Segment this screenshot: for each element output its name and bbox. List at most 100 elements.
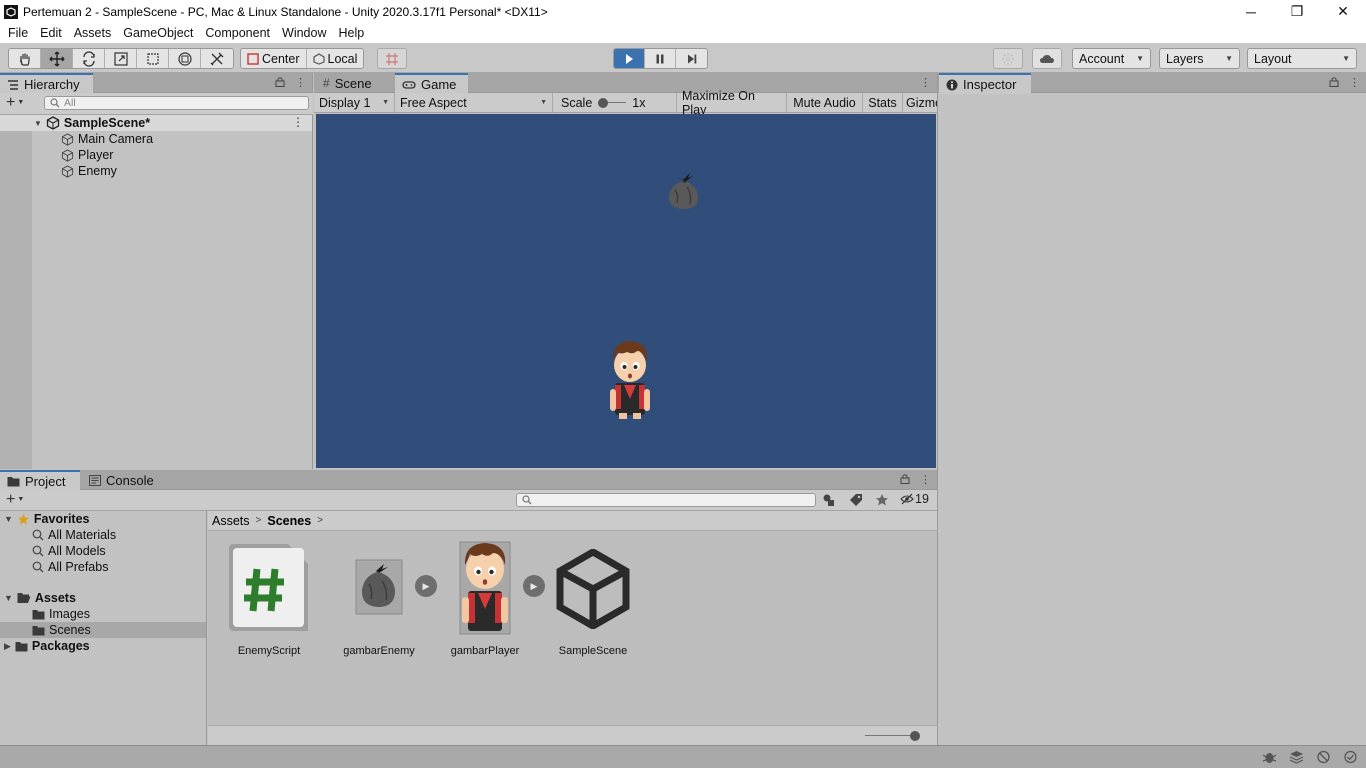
grid-snap-button[interactable] [377, 48, 407, 69]
tab-game[interactable]: Game [395, 73, 468, 94]
kebab-menu-icon[interactable]: ⋮ [1349, 76, 1360, 90]
kebab-menu-icon[interactable]: ⋮ [295, 76, 306, 90]
gizmos-label: Gizmo [906, 95, 937, 110]
scale-slider[interactable] [598, 97, 627, 108]
breadcrumb-scenes[interactable]: Scenes [267, 514, 311, 528]
game-canvas[interactable] [316, 114, 936, 468]
favorites-group[interactable]: ▼ Favorites [4, 511, 90, 527]
tab-project[interactable]: Project [0, 470, 80, 491]
cloud-button[interactable] [1032, 48, 1062, 69]
tab-scene[interactable]: # Scene [316, 73, 394, 93]
create-asset-button[interactable]: + ▼ [6, 492, 24, 508]
hidden-packages-toggle[interactable]: 19 [900, 492, 929, 506]
favorites-filter-button[interactable] [875, 493, 893, 508]
account-dropdown[interactable]: Account ▼ [1072, 48, 1151, 69]
menu-window[interactable]: Window [276, 26, 332, 40]
assets-folder[interactable]: ▼ Assets [4, 590, 76, 606]
hierarchy-toolbar: + ▼ All [0, 93, 313, 115]
hierarchy-search-input[interactable]: All [44, 96, 309, 110]
asset-gambarenemy[interactable]: gambarEnemy ▶ [329, 541, 437, 661]
expand-subassets-button[interactable]: ▶ [523, 575, 545, 597]
lock-icon[interactable] [900, 473, 910, 487]
menu-help[interactable]: Help [332, 26, 370, 40]
hand-tool-button[interactable] [9, 49, 41, 68]
favorite-all-models[interactable]: All Models [32, 543, 106, 559]
mute-audio-toggle[interactable]: Mute Audio [787, 92, 863, 113]
tab-hierarchy[interactable]: Hierarchy [0, 73, 93, 94]
menu-edit[interactable]: Edit [34, 26, 68, 40]
display-dropdown[interactable]: Display 1 ▼ [314, 92, 395, 113]
collapse-arrow-icon[interactable]: ▶ [4, 641, 11, 652]
rect-tool-button[interactable] [137, 49, 169, 68]
packages-folder[interactable]: ▶ Packages [4, 638, 90, 654]
custom-tool-button[interactable] [201, 49, 233, 68]
collab-button[interactable] [993, 48, 1023, 69]
favorite-all-prefabs[interactable]: All Prefabs [32, 559, 108, 575]
maximize-on-play-toggle[interactable]: Maximize On Play [677, 89, 787, 117]
breadcrumb-assets[interactable]: Assets [212, 514, 250, 528]
scale-tool-button[interactable] [105, 49, 137, 68]
expand-arrow-icon[interactable]: ▼ [4, 593, 13, 603]
menu-component[interactable]: Component [199, 26, 276, 40]
asset-gambarplayer[interactable]: gambarPlayer ▶ [435, 541, 545, 661]
scene-kebab-menu-icon[interactable]: ⋮ [292, 115, 304, 129]
pivot-mode-button[interactable]: Center [241, 49, 307, 68]
move-tool-button[interactable] [41, 49, 73, 68]
play-button[interactable] [614, 49, 645, 68]
kebab-menu-icon[interactable]: ⋮ [920, 76, 931, 89]
lock-icon[interactable] [1329, 76, 1339, 90]
hierarchy-item-enemy[interactable]: Enemy [61, 163, 117, 179]
hierarchy-item-player[interactable]: Player [61, 147, 113, 163]
tab-inspector[interactable]: Inspector [939, 73, 1031, 94]
pause-button[interactable] [645, 49, 676, 68]
search-by-label-button[interactable] [849, 493, 867, 508]
aspect-dropdown[interactable]: Free Aspect ▼ [395, 92, 553, 113]
lock-icon[interactable] [275, 76, 285, 90]
kebab-menu-icon[interactable]: ⋮ [920, 473, 931, 487]
layers-stack-icon[interactable] [1289, 750, 1304, 767]
aspect-label: Free Aspect [400, 95, 467, 110]
caret-down-icon: ▼ [17, 99, 25, 106]
asset-samplescene[interactable]: SampleScene [543, 541, 643, 661]
center-pivot-icon [247, 52, 259, 65]
expand-subassets-button[interactable]: ▶ [415, 575, 437, 597]
scale-slider-thumb[interactable] [598, 97, 609, 108]
project-search-input[interactable] [516, 493, 816, 507]
layers-dropdown[interactable]: Layers ▼ [1159, 48, 1240, 69]
progress-check-icon[interactable] [1343, 750, 1358, 767]
rotate-tool-button[interactable] [73, 49, 105, 68]
favorite-all-materials[interactable]: All Materials [32, 527, 116, 543]
add-object-button[interactable]: + ▼ [6, 95, 24, 111]
minimize-button[interactable]: ─ [1228, 0, 1274, 23]
expand-arrow-icon[interactable]: ▼ [34, 119, 42, 128]
folder-images[interactable]: Images [32, 606, 90, 622]
expand-arrow-icon[interactable]: ▼ [4, 514, 13, 524]
menu-file[interactable]: File [2, 26, 34, 40]
scene-header-row[interactable]: ▼ SampleScene* ⋮ [0, 115, 312, 131]
maximize-button[interactable]: ❐ [1274, 0, 1320, 23]
icon-size-slider-thumb[interactable] [910, 731, 920, 741]
menu-gameobject[interactable]: GameObject [117, 26, 199, 40]
transform-tool-button[interactable] [169, 49, 201, 68]
layout-dropdown[interactable]: Layout ▼ [1247, 48, 1357, 69]
gizmos-dropdown[interactable]: Gizmo [903, 93, 937, 113]
pivot-rotation-button[interactable]: Local [307, 49, 364, 68]
breadcrumb: Assets > Scenes > [208, 511, 937, 531]
search-by-type-button[interactable] [822, 493, 840, 508]
maximize-on-play-label: Maximize On Play [682, 88, 755, 117]
project-tab-label: Project [25, 474, 66, 489]
hierarchy-item-main-camera[interactable]: Main Camera [61, 131, 153, 147]
asset-enemyscript[interactable]: EnemyScript [219, 541, 319, 661]
tab-console[interactable]: Console [82, 470, 162, 490]
close-button[interactable]: ✕ [1320, 0, 1366, 23]
step-button[interactable] [676, 49, 707, 68]
auto-generate-lighting-icon[interactable] [1316, 750, 1331, 767]
search-icon [32, 545, 44, 557]
bug-icon[interactable] [1262, 750, 1277, 767]
hierarchy-panel: Hierarchy ⋮ + ▼ All ▼ SampleScene* ⋮ Mai… [0, 73, 313, 469]
menu-assets[interactable]: Assets [68, 26, 118, 40]
folder-scenes[interactable]: Scenes [32, 622, 91, 638]
stats-toggle[interactable]: Stats [863, 92, 903, 113]
menu-bar: File Edit Assets GameObject Component Wi… [0, 23, 1366, 43]
search-icon [50, 98, 60, 108]
